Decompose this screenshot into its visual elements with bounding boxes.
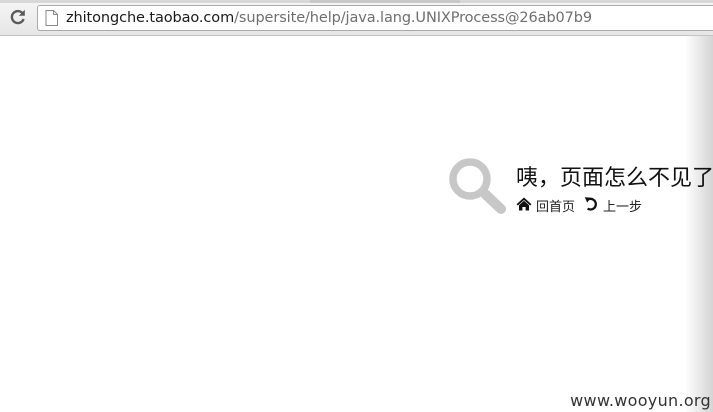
watermark: www.wooyun.org [570, 391, 711, 410]
undo-icon [584, 196, 599, 215]
browser-toolbar: zhitongche.taobao.com/supersite/help/jav… [0, 0, 713, 36]
address-bar[interactable]: zhitongche.taobao.com/supersite/help/jav… [37, 5, 713, 31]
back-link-label: 上一步 [603, 200, 643, 215]
reload-button[interactable] [8, 9, 28, 29]
home-link[interactable]: 回首页 [516, 196, 575, 215]
back-link[interactable]: 上一步 [584, 196, 642, 215]
reload-icon [9, 8, 27, 30]
home-icon [516, 197, 532, 215]
url-text: zhitongche.taobao.com/supersite/help/jav… [66, 10, 592, 26]
error-links: 回首页 上一步 [516, 196, 642, 215]
url-path: /supersite/help/java.lang.UNIXProcess@26… [234, 10, 593, 26]
tab-edge[interactable] [310, 0, 460, 3]
search-icon [446, 155, 510, 215]
home-link-label: 回首页 [536, 200, 576, 215]
page-title: 咦，页面怎么不见了 [516, 166, 713, 191]
tab-strip-edge [0, 0, 713, 3]
url-host: zhitongche.taobao.com [66, 10, 235, 26]
window-edge-shadow [685, 36, 713, 412]
document-icon [45, 9, 59, 27]
